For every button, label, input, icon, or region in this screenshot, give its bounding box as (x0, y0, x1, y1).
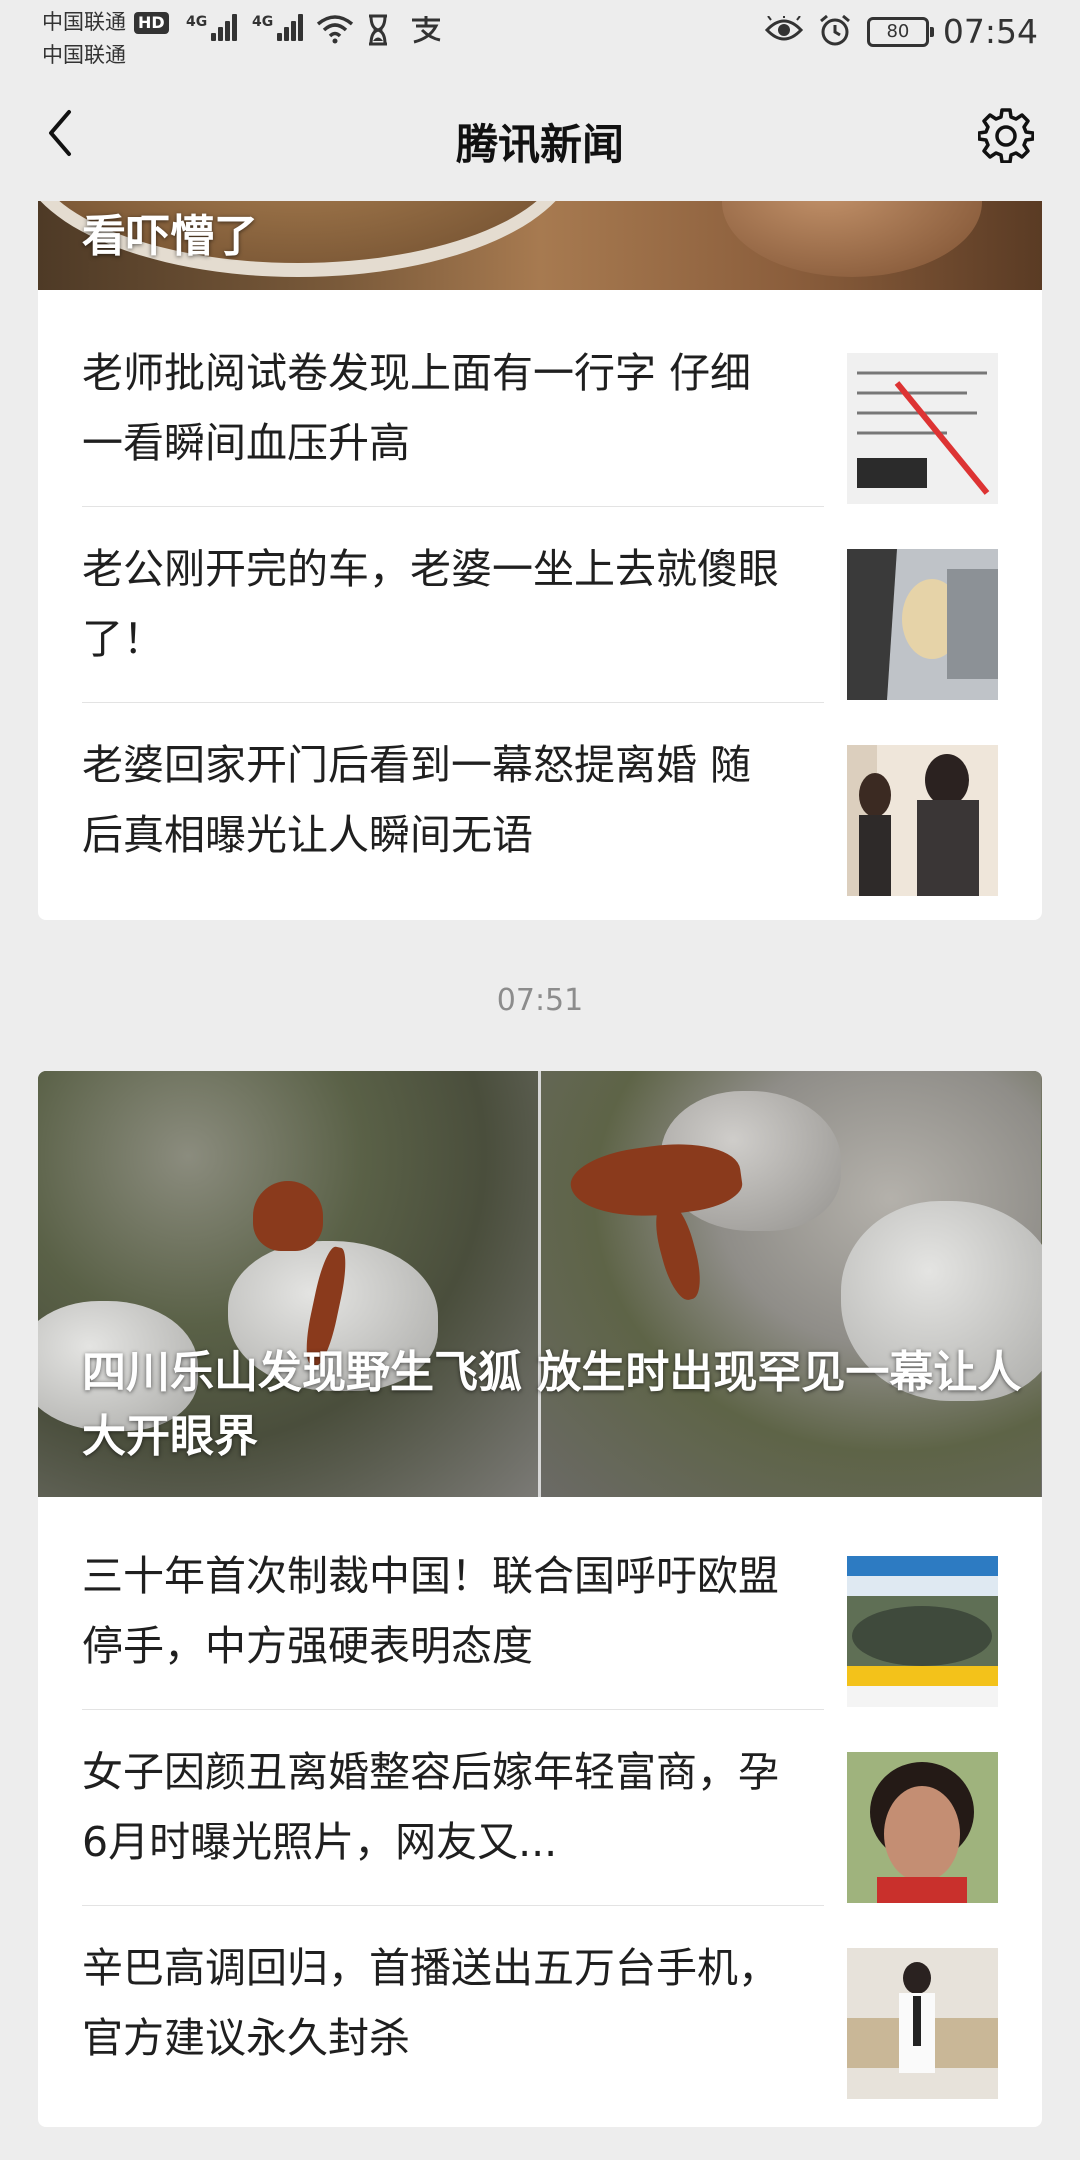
network-1-label: 4G (186, 14, 208, 30)
news-thumbnail (847, 745, 998, 896)
battery-indicator: 80 (866, 16, 934, 47)
alarm-icon (817, 13, 853, 51)
nav-bar: 腾讯新闻 (0, 75, 1080, 201)
wifi-icon (316, 14, 354, 48)
hero-title: 四川乐山发现野生飞狐 放生时出现罕见一幕让人大开眼界 (82, 1347, 1022, 1462)
carrier-info: 中国联通 HD 中国联通 (42, 6, 169, 72)
hero-article[interactable]: 四川乐山发现野生飞狐 放生时出现罕见一幕让人大开眼界 (38, 1071, 1042, 1497)
status-right-icons: 80 07:54 (764, 12, 1038, 51)
news-thumbnail (847, 353, 998, 504)
signal-1-icon: 4G (186, 14, 238, 41)
news-item[interactable]: 辛巴高调回归，首播送出五万台手机，官方建议永久封杀 (82, 1905, 998, 2101)
news-thumbnail (847, 1948, 998, 2099)
network-2-label: 4G (252, 14, 274, 30)
news-title: 老师批阅试卷发现上面有一行字 仔细一看瞬间血压升高 (82, 349, 752, 467)
news-item[interactable]: 老公刚开完的车，老婆一坐上去就傻眼了！ (82, 506, 998, 702)
news-title: 辛巴高调回归，首播送出五万台手机，官方建议永久封杀 (82, 1944, 779, 2062)
news-thumbnail (847, 549, 998, 700)
alipay-icon (408, 14, 444, 48)
news-thumbnail (847, 1556, 998, 1707)
page-title: 腾讯新闻 (455, 120, 624, 169)
news-card: 四川乐山发现野生飞狐 放生时出现罕见一幕让人大开眼界 三十年首次制裁中国！联合国… (38, 1071, 1042, 2127)
news-item[interactable]: 三十年首次制裁中国！联合国呼吁欧盟停手，中方强硬表明态度 (82, 1513, 998, 1709)
carrier-2-label: 中国联通 (42, 43, 126, 67)
news-title: 三十年首次制裁中国！联合国呼吁欧盟停手，中方强硬表明态度 (82, 1552, 779, 1670)
news-card: 看吓懵了 老师批阅试卷发现上面有一行字 仔细一看瞬间血压升高 老公刚开完的车，老… (38, 201, 1042, 920)
news-item[interactable]: 老师批阅试卷发现上面有一行字 仔细一看瞬间血压升高 (82, 310, 998, 506)
hero-title: 看吓懵了 (82, 211, 258, 262)
status-time: 07:54 (942, 12, 1038, 51)
news-title: 女子因颜丑离婚整容后嫁年轻富商，孕6月时曝光照片，网友又... (82, 1748, 779, 1866)
news-feed[interactable]: 看吓懵了 老师批阅试卷发现上面有一行字 仔细一看瞬间血压升高 老公刚开完的车，老… (0, 201, 1080, 2160)
gear-icon (977, 107, 1035, 167)
hd-badge: HD (134, 11, 169, 34)
news-thumbnail (847, 1752, 998, 1903)
settings-button[interactable] (974, 105, 1038, 169)
carrier-1-label: 中国联通 (42, 10, 126, 34)
news-list: 三十年首次制裁中国！联合国呼吁欧盟停手，中方强硬表明态度 女子因颜丑离婚整容后嫁… (38, 1497, 1042, 2101)
hourglass-icon (366, 14, 390, 50)
news-title: 老公刚开完的车，老婆一坐上去就傻眼了！ (82, 545, 779, 663)
hero-article[interactable]: 看吓懵了 (38, 201, 1042, 290)
news-title: 老婆回家开门后看到一幕怒提离婚 随后真相曝光让人瞬间无语 (82, 741, 752, 859)
signal-2-icon: 4G (252, 14, 304, 41)
news-item[interactable]: 老婆回家开门后看到一幕怒提离婚 随后真相曝光让人瞬间无语 (82, 702, 998, 898)
eye-icon (764, 13, 803, 48)
status-bar: 中国联通 HD 中国联通 4G 4G 80 07:54 (0, 0, 1080, 75)
news-list: 老师批阅试卷发现上面有一行字 仔细一看瞬间血压升高 老公刚开完的车，老婆一坐上去… (38, 290, 1042, 898)
news-item[interactable]: 女子因颜丑离婚整容后嫁年轻富商，孕6月时曝光照片，网友又... (82, 1709, 998, 1905)
hero-image-detail (722, 201, 982, 277)
feed-timestamp: 07:51 (496, 983, 584, 1018)
